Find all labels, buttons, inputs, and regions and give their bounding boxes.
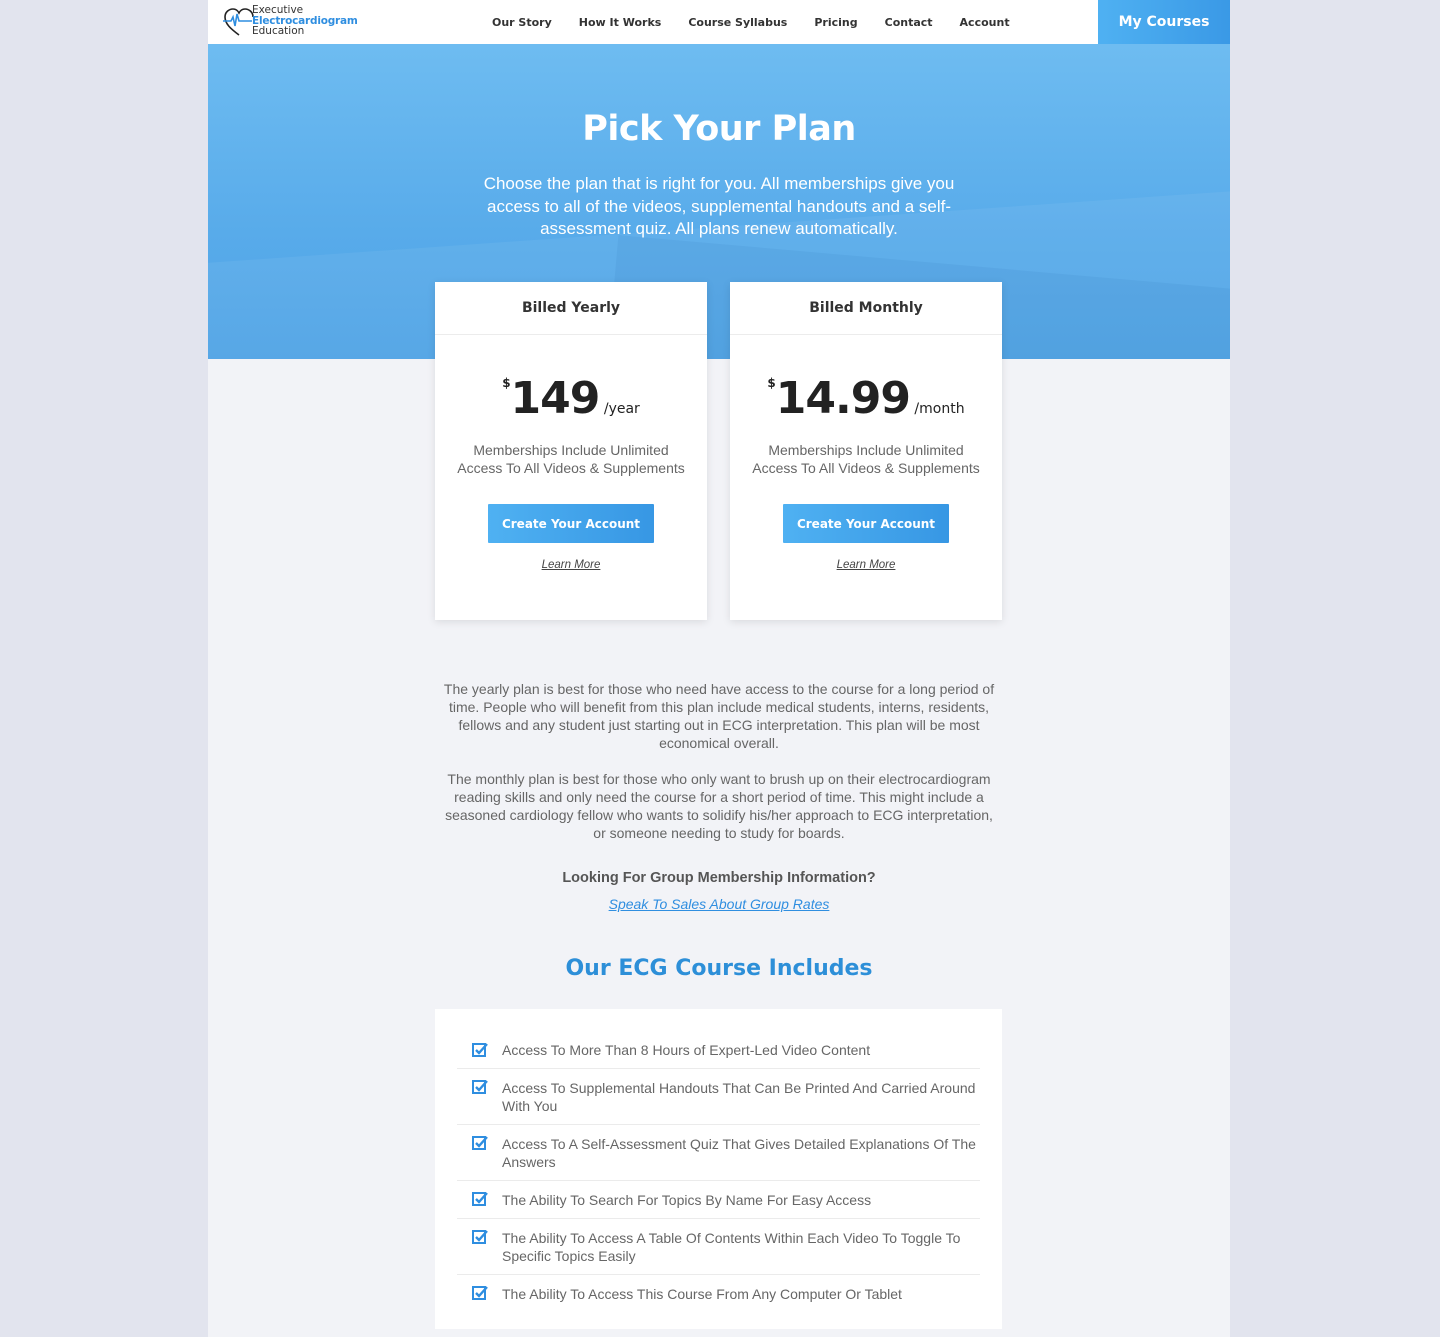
heart-ecg-icon <box>223 8 254 36</box>
list-item: Access To A Self-Assessment Quiz That Gi… <box>457 1125 980 1181</box>
group-rates-link[interactable]: Speak To Sales About Group Rates <box>208 896 1230 912</box>
list-item: The Ability To Access A Table Of Content… <box>457 1219 980 1275</box>
learn-more-link[interactable]: Learn More <box>435 559 707 571</box>
includes-heading: Our ECG Course Includes <box>565 956 873 981</box>
plan-card-yearly: Billed Yearly $149 /year Memberships Inc… <box>435 282 707 620</box>
learn-more-link[interactable]: Learn More <box>730 559 1002 571</box>
hero-section: Pick Your Plan Choose the plan that is r… <box>208 44 1230 359</box>
plan-price: $149 /year <box>435 335 707 429</box>
list-item: The Ability To Access This Course From A… <box>457 1275 980 1312</box>
page-title: Pick Your Plan <box>582 109 856 149</box>
group-membership-heading: Looking For Group Membership Information… <box>562 870 876 886</box>
site-logo[interactable]: Executive Electrocardiogram Education <box>222 4 362 40</box>
includes-list: Access To More Than 8 Hours of Expert-Le… <box>435 1009 1002 1329</box>
nav-pricing[interactable]: Pricing <box>814 16 857 29</box>
plan-name: Billed Yearly <box>435 282 707 335</box>
plan-description: Memberships Include Unlimited Access To … <box>457 442 685 476</box>
plan-card-monthly: Billed Monthly $14.99 /month Memberships… <box>730 282 1002 620</box>
price-amount: 149 <box>510 373 601 424</box>
logo-line-3: Education <box>252 25 305 37</box>
checkbox-checked-icon <box>472 1286 488 1300</box>
checkbox-checked-icon <box>472 1043 488 1057</box>
include-text: The Ability To Access A Table Of Content… <box>502 1230 961 1264</box>
include-text: The Ability To Access This Course From A… <box>502 1286 902 1302</box>
plan-description: Memberships Include Unlimited Access To … <box>752 442 980 476</box>
create-account-button[interactable]: Create Your Account <box>488 504 654 543</box>
price-currency: $ <box>767 376 776 390</box>
nav-how-it-works[interactable]: How It Works <box>579 16 662 29</box>
page: Executive Electrocardiogram Education Ou… <box>208 0 1230 1337</box>
nav-our-story[interactable]: Our Story <box>492 16 552 29</box>
hero-subtitle: Choose the plan that is right for you. A… <box>483 174 955 238</box>
include-text: The Ability To Search For Topics By Name… <box>502 1192 872 1208</box>
nav-course-syllabus[interactable]: Course Syllabus <box>688 16 787 29</box>
yearly-plan-description: The yearly plan is best for those who ne… <box>443 681 995 751</box>
price-period: /month <box>914 401 965 417</box>
plan-name: Billed Monthly <box>730 282 1002 335</box>
price-currency: $ <box>502 376 511 390</box>
price-period: /year <box>603 401 640 417</box>
nav-account[interactable]: Account <box>960 16 1010 29</box>
list-item: Access To Supplemental Handouts That Can… <box>457 1069 980 1125</box>
price-amount: 14.99 <box>775 373 911 424</box>
monthly-plan-description: The monthly plan is best for those who o… <box>445 771 993 841</box>
list-item: The Ability To Search For Topics By Name… <box>457 1181 980 1219</box>
my-courses-button[interactable]: My Courses <box>1098 0 1230 44</box>
include-text: Access To More Than 8 Hours of Expert-Le… <box>502 1042 871 1058</box>
checkbox-checked-icon <box>472 1136 488 1150</box>
checkbox-checked-icon <box>472 1192 488 1206</box>
create-account-button[interactable]: Create Your Account <box>783 504 949 543</box>
checkbox-checked-icon <box>472 1230 488 1244</box>
plan-price: $14.99 /month <box>730 335 1002 429</box>
list-item: Access To More Than 8 Hours of Expert-Le… <box>457 1032 980 1069</box>
main-nav: Our Story How It Works Course Syllabus P… <box>492 0 1037 44</box>
checkbox-checked-icon <box>472 1080 488 1094</box>
nav-contact[interactable]: Contact <box>885 16 933 29</box>
include-text: Access To Supplemental Handouts That Can… <box>502 1080 976 1114</box>
top-navigation: Executive Electrocardiogram Education Ou… <box>208 0 1230 44</box>
include-text: Access To A Self-Assessment Quiz That Gi… <box>502 1136 976 1170</box>
